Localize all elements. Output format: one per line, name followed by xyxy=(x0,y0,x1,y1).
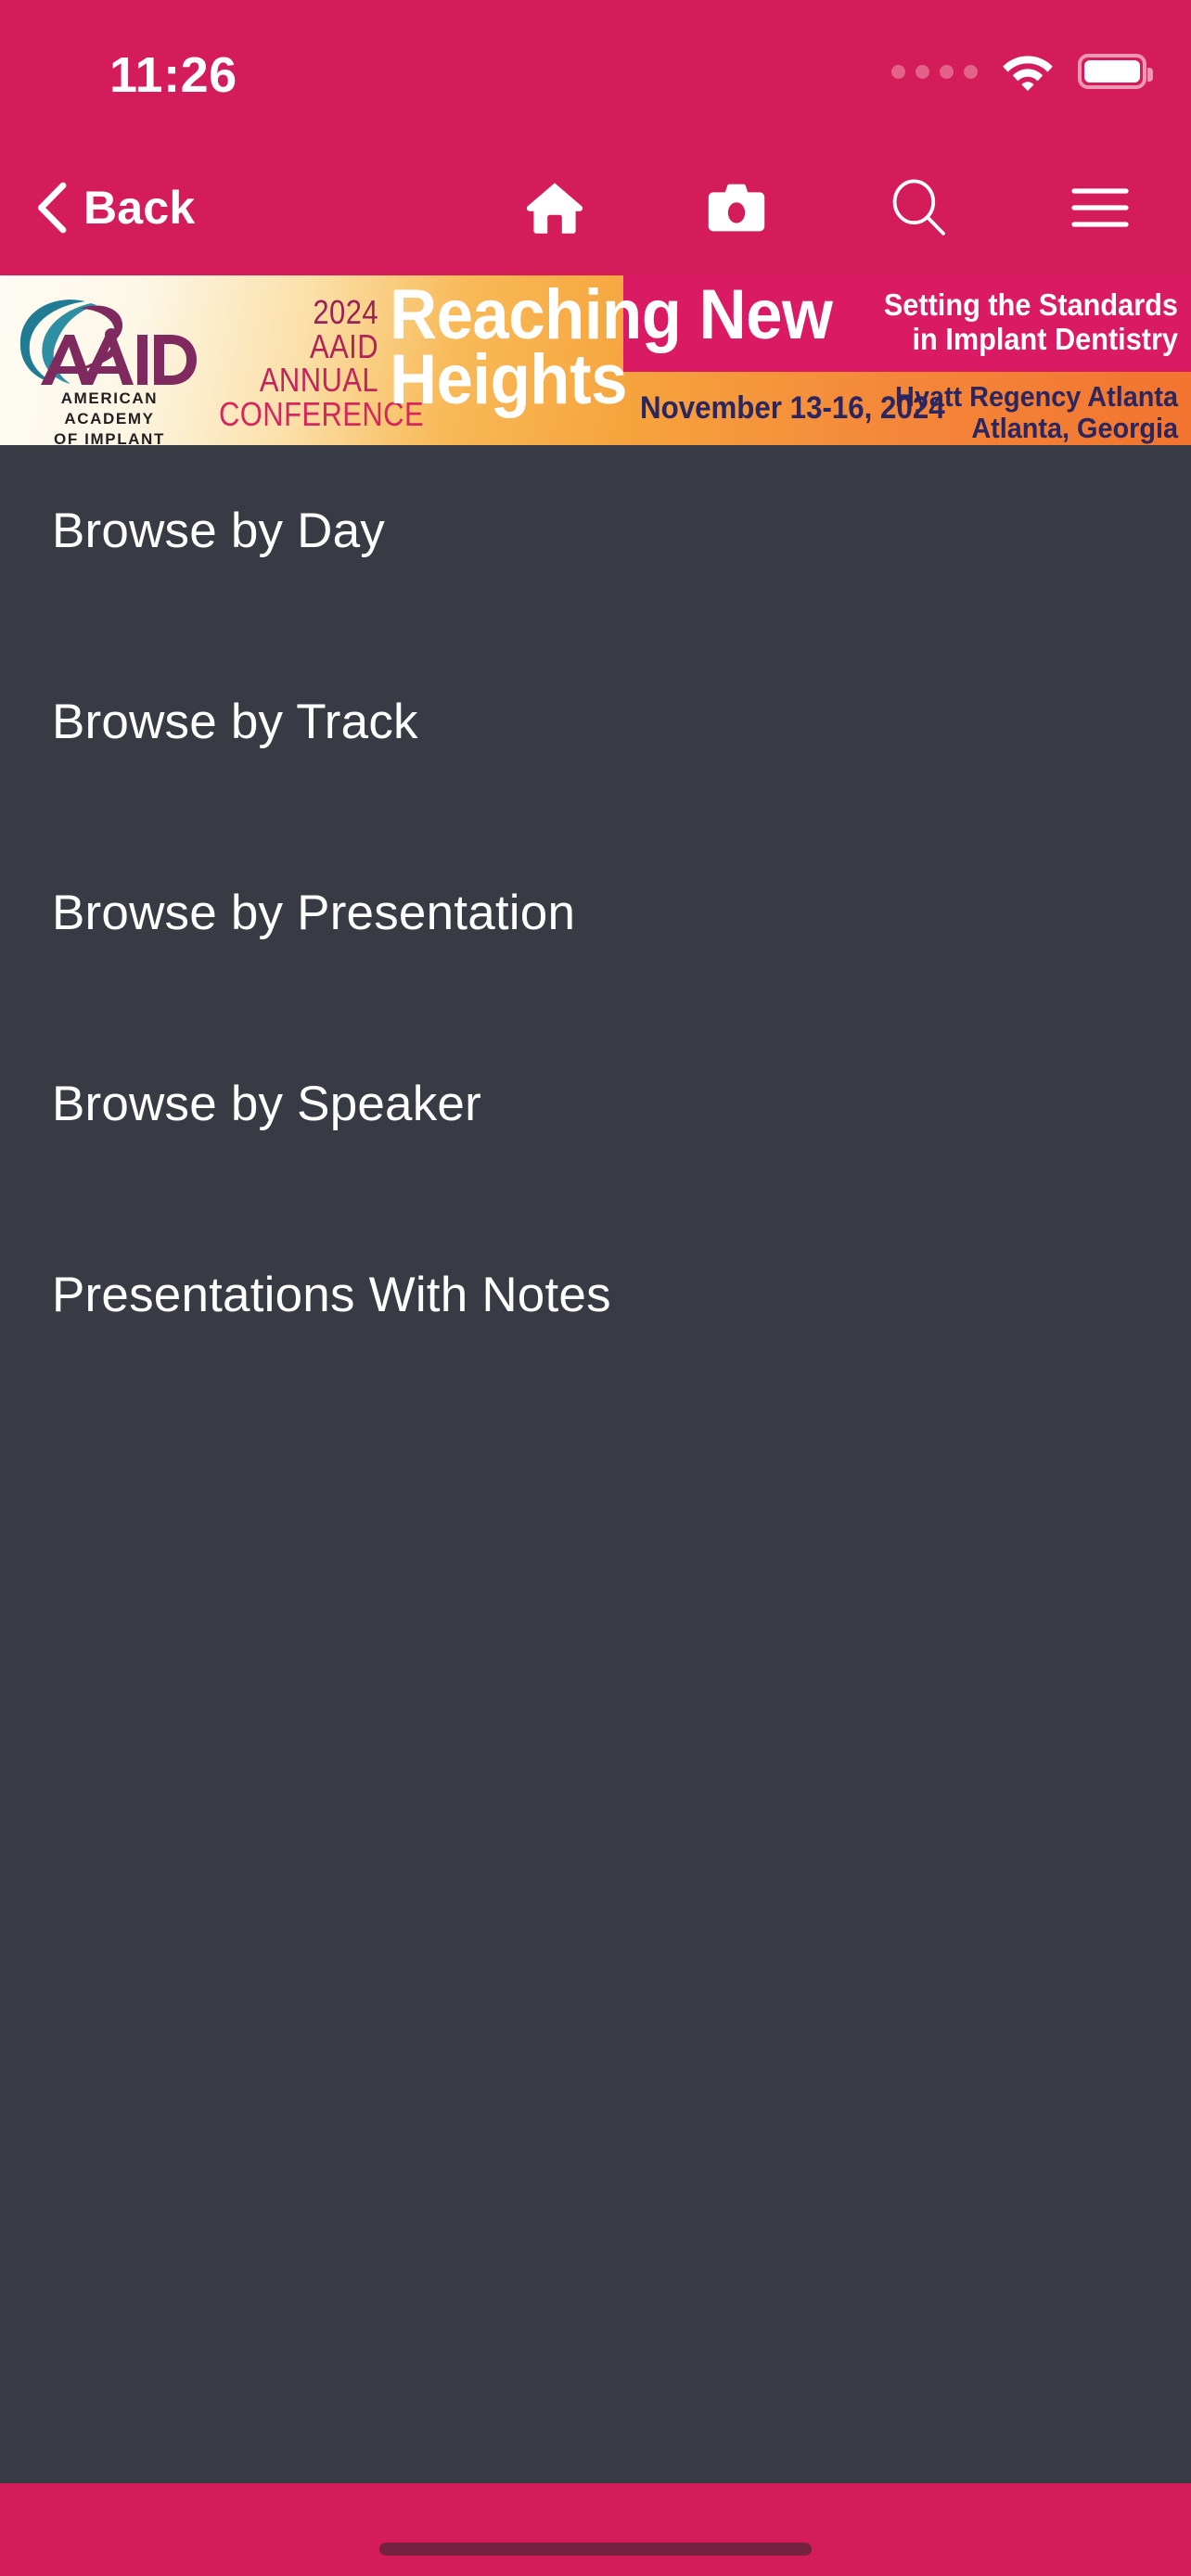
battery-full-icon xyxy=(1078,54,1153,89)
conference-line-aaid: AAID xyxy=(310,326,378,365)
menu-item-label: Browse by Speaker xyxy=(52,1077,481,1131)
banner-venue-line-2: Atlanta, Georgia xyxy=(971,412,1178,445)
menu-item-label: Browse by Day xyxy=(52,504,386,558)
navigation-bar: Back xyxy=(0,139,1191,275)
hamburger-menu-icon xyxy=(1071,187,1129,227)
home-indicator[interactable] xyxy=(379,2543,812,2556)
conference-line-conference: CONFERENCE xyxy=(219,395,425,434)
chevron-left-icon xyxy=(38,182,67,233)
menu-item-label: Browse by Presentation xyxy=(52,886,576,940)
conference-title-block: 2024 AAID ANNUAL CONFERENCE xyxy=(193,293,425,434)
banner-headline-line-1: Reaching New xyxy=(390,275,833,354)
menu-item-browse-by-presentation[interactable]: Browse by Presentation xyxy=(0,888,1191,1079)
conference-banner[interactable]: AMERICAN ACADEMY OF IMPLANT DENTISTRY 20… xyxy=(0,275,1191,445)
aaid-logo: AMERICAN ACADEMY OF IMPLANT DENTISTRY xyxy=(13,296,198,445)
back-button-label: Back xyxy=(83,181,196,234)
status-bar-indicators xyxy=(891,52,1153,91)
home-icon xyxy=(526,182,583,234)
nav-bar-actions xyxy=(464,139,1191,275)
menu-item-browse-by-track[interactable]: Browse by Track xyxy=(0,697,1191,888)
aaid-org-name: AMERICAN ACADEMY OF IMPLANT DENTISTRY xyxy=(19,389,200,445)
menu-item-browse-by-speaker[interactable]: Browse by Speaker xyxy=(0,1079,1191,1270)
home-button[interactable] xyxy=(499,139,610,275)
aaid-logo-mark xyxy=(19,300,197,385)
status-bar: 11:26 xyxy=(0,0,1191,139)
browse-menu-list: Browse by Day Browse by Track Browse by … xyxy=(0,445,1191,2483)
camera-icon xyxy=(708,184,765,231)
banner-venue: Hyatt Regency Atlanta Atlanta, Georgia xyxy=(893,380,1178,445)
aaid-org-line-2: OF IMPLANT DENTISTRY xyxy=(54,430,165,445)
banner-tagline-line-2: in Implant Dentistry xyxy=(912,321,1178,356)
banner-tagline: Setting the Standards in Implant Dentist… xyxy=(851,287,1178,357)
back-button[interactable]: Back xyxy=(22,139,208,275)
menu-item-browse-by-day[interactable]: Browse by Day xyxy=(0,506,1191,697)
banner-venue-line-1: Hyatt Regency Atlanta xyxy=(895,380,1178,413)
hamburger-menu-button[interactable] xyxy=(1044,139,1156,275)
bottom-bar xyxy=(0,2483,1191,2576)
aaid-org-line-1: AMERICAN ACADEMY xyxy=(60,389,159,428)
search-button[interactable] xyxy=(863,139,974,275)
conference-line-annual: ANNUAL xyxy=(259,361,378,400)
menu-item-label: Browse by Track xyxy=(52,695,418,749)
wifi-icon xyxy=(1003,56,1053,91)
app-root: 11:26 Back AMERICAN ACADEMY OF IMPLANT 2… xyxy=(0,0,1191,2576)
search-icon xyxy=(892,178,945,236)
banner-tagline-line-1: Setting the Standards xyxy=(883,287,1178,322)
menu-item-label: Presentations With Notes xyxy=(52,1268,611,1322)
status-bar-time: 11:26 xyxy=(109,47,237,103)
menu-item-presentations-with-notes[interactable]: Presentations With Notes xyxy=(0,1270,1191,1461)
camera-button[interactable] xyxy=(681,139,792,275)
conference-line-year: 2024 xyxy=(313,293,378,331)
signal-dots-icon xyxy=(891,64,978,79)
